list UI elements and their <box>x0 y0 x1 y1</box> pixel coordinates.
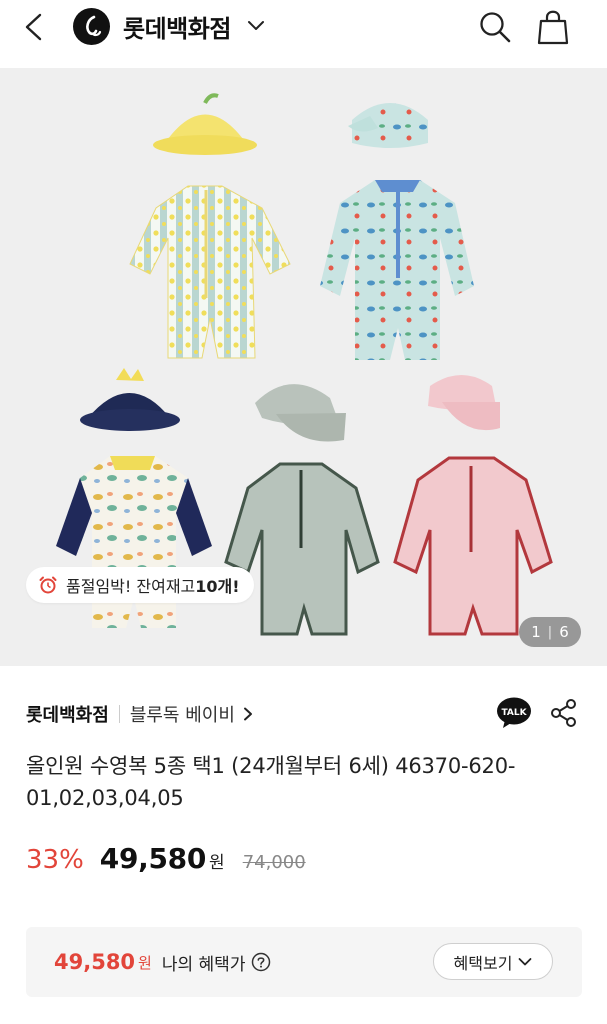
price-row: 33% 49,580 원 74,000 <box>26 842 306 882</box>
brand-logo-icon <box>73 7 110 45</box>
store-name[interactable]: 롯데백화점 <box>26 701 109 727</box>
sale-price: 49,580 <box>99 842 207 875</box>
view-benefits-button[interactable]: 혜택보기 <box>433 943 553 980</box>
original-price: 74,000 <box>242 852 306 873</box>
store-divider <box>118 705 120 723</box>
alarm-clock-icon <box>39 576 57 594</box>
store-row: 롯데백화점 블루독 베이비 TALK <box>26 694 581 734</box>
brand-selector[interactable]: 롯데백화점 <box>73 6 267 46</box>
chevron-down-icon <box>519 957 532 965</box>
chevron-right-icon <box>243 707 252 721</box>
benefit-box: 49,580 원 나의 혜택가 혜택보기 <box>26 927 582 997</box>
current-page: 1 <box>531 623 541 641</box>
share-icon[interactable] <box>550 698 578 728</box>
stock-count: 10개! <box>195 577 240 596</box>
product-image-gallery[interactable]: 품절임박! 잔여재고 10개! 1 | 6 <box>0 68 607 666</box>
brand-link-label: 블루독 베이비 <box>129 705 235 726</box>
benefit-label: 나의 혜택가 <box>161 954 246 975</box>
kakao-talk-icon[interactable]: TALK <box>496 696 532 729</box>
benefit-currency: 원 <box>138 953 152 972</box>
brand-title: 롯데백화점 <box>123 14 231 43</box>
currency-label: 원 <box>209 853 225 873</box>
chevron-down-icon <box>247 21 264 30</box>
page-separator: | <box>547 624 553 640</box>
search-icon[interactable] <box>478 10 512 44</box>
view-benefits-label: 혜택보기 <box>453 953 513 973</box>
benefit-price: 49,580 <box>54 950 136 974</box>
back-icon[interactable] <box>20 12 50 42</box>
talk-label: TALK <box>501 708 527 718</box>
product-title: 올인원 수영복 5종 택1 (24개월부터 6세) 46370-620-01,0… <box>26 754 516 810</box>
brand-link[interactable]: 블루독 베이비 <box>130 701 253 727</box>
total-pages: 6 <box>559 623 569 641</box>
stock-text: 품절임박! 잔여재고 <box>66 577 196 596</box>
image-page-indicator: 1 | 6 <box>519 617 581 647</box>
shopping-bag-icon[interactable] <box>536 8 570 46</box>
low-stock-badge: 품절임박! 잔여재고 10개! <box>26 567 254 603</box>
help-icon[interactable] <box>251 952 271 972</box>
discount-rate: 33% <box>26 845 84 875</box>
top-header: 롯데백화점 <box>0 0 607 56</box>
